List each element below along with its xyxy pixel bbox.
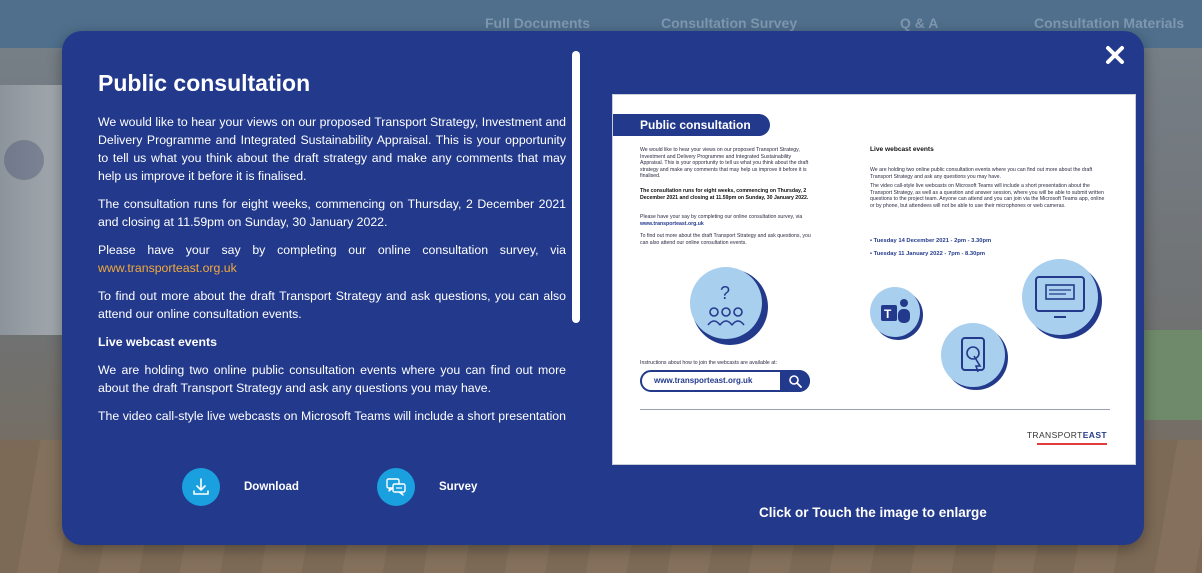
enlarge-hint: Click or Touch the image to enlarge [759,505,987,520]
logo-east: EAST [1082,430,1107,440]
survey-button[interactable]: Survey [377,468,477,506]
preview-title: Public consultation [613,114,770,136]
consultation-modal: Public consultation We would like to hea… [62,31,1144,545]
close-button[interactable] [1100,40,1130,70]
preview-search-icon [780,370,810,392]
find-out-paragraph: To find out more about the draft Transpo… [98,289,566,321]
nav-link-consultation-materials[interactable]: Consultation Materials [1034,15,1184,31]
preview-event-2: • Tuesday 11 January 2022 - 7pm - 8.30pm [870,251,986,257]
survey-paragraph-text: Please have your say by completing our o… [98,243,566,257]
preview-instructions: Instructions about how to join the webca… [640,360,777,366]
nav-link-q-and-a[interactable]: Q & A [900,15,938,31]
preview-col1-survey: Please have your say by completing our o… [640,214,815,227]
teams-icon: T [870,287,923,340]
intro-paragraph: We would like to hear your views on our … [98,115,566,183]
logo-transport: TRANSPORT [1026,430,1083,440]
dates-paragraph: The consultation runs for eight weeks, c… [98,197,566,229]
preview-col1-survey-text: Please have your say by completing our o… [640,214,803,220]
svg-text:?: ? [720,283,730,303]
webcast-detail-paragraph: The video call-style live webcasts on Mi… [98,409,566,423]
close-icon [1106,46,1124,64]
download-icon [182,468,220,506]
survey-chat-icon [377,468,415,506]
preview-col1-survey-link: www.transporteast.org.uk [640,220,704,227]
background-plant [1142,330,1202,420]
preview-col1-dates-text: The consultation runs for eight weeks, c… [640,188,809,201]
survey-link[interactable]: www.transporteast.org.uk [98,261,237,275]
preview-col2-heading: Live webcast events [870,146,934,153]
preview-col1-dates: The consultation runs for eight weeks, c… [640,188,815,201]
nav-link-consultation-survey[interactable]: Consultation Survey [661,15,797,31]
webcast-intro-paragraph: We are holding two online public consult… [98,363,566,395]
survey-label: Survey [439,481,478,493]
preview-divider [640,409,1110,410]
text-scrollbar[interactable] [572,51,580,323]
survey-paragraph: Please have your say by completing our o… [98,241,566,277]
svg-text:T: T [884,307,892,321]
download-label: Download [244,481,299,493]
background-logo [4,140,44,180]
leaflet-preview-image[interactable]: Public consultation We would like to hea… [612,94,1136,465]
webcast-heading: Live webcast events [98,335,217,349]
preview-col1-intro: We would like to hear your views on our … [640,147,809,180]
computer-screen-icon [1022,259,1102,339]
transport-east-logo: TRANSPORTEAST [1027,430,1107,440]
preview-event-1: • Tuesday 14 December 2021 - 2pm - 3.30p… [870,238,992,244]
modal-title: Public consultation [98,70,311,96]
download-button[interactable]: Download [182,468,299,506]
tablet-touch-icon [941,323,1008,390]
preview-col1-find-out: To find out more about the draft Transpo… [640,233,811,246]
preview-col2-detail: The video call-style live webcasts on Mi… [870,183,1105,209]
logo-underline [1037,443,1107,445]
preview-col2-intro: We are holding two online public consult… [870,167,1093,180]
background-display-panel [0,85,62,335]
people-question-icon: ? [690,267,768,345]
nav-link-full-documents[interactable]: Full Documents [485,15,590,31]
modal-text-content: Public consultation We would like to hea… [98,67,566,427]
